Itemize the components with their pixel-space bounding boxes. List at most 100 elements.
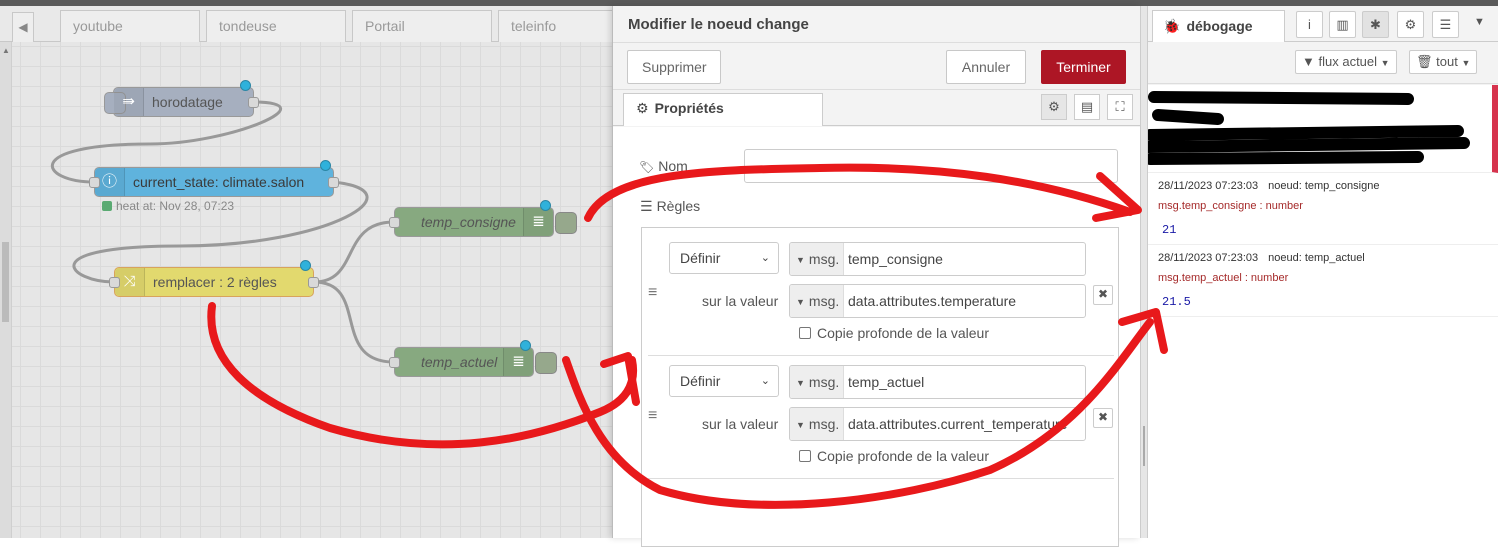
type-selector[interactable]: ▼ msg.: [790, 285, 844, 317]
name-label-text: Nom: [658, 158, 688, 174]
bug-icon[interactable]: ✱: [1362, 11, 1389, 38]
remove-rule-button[interactable]: ✖: [1093, 408, 1113, 428]
info-icon[interactable]: i: [1296, 11, 1323, 38]
delete-button[interactable]: Supprimer: [627, 50, 721, 84]
status-dot-icon: [102, 201, 112, 211]
name-input[interactable]: [744, 149, 1118, 183]
name-label: 🏷 Nom: [639, 158, 688, 174]
appearance-frame-icon[interactable]: ⛶: [1107, 94, 1133, 120]
debug-message[interactable]: 28/11/2023 07:23:03 noeud: temp_consigne …: [1148, 173, 1498, 245]
caret-down-icon: ▼: [1380, 58, 1390, 68]
changed-indicator: [320, 160, 331, 171]
rule-value-input[interactable]: ▼ msg. data.attributes.temperature: [789, 284, 1086, 318]
splitter-grip[interactable]: [1143, 426, 1145, 466]
caret-down-icon: ▼: [796, 255, 805, 265]
debug-node-temp-actuel[interactable]: temp_actuel ≣: [389, 340, 557, 377]
chevron-down-icon[interactable]: ▼: [1474, 16, 1485, 28]
rule-value-input[interactable]: ▼ msg. data.attributes.current_temperatur…: [789, 407, 1086, 441]
source-node[interactable]: noeud: temp_actuel: [1268, 252, 1365, 264]
settings-gear-icon[interactable]: ⚙: [1041, 94, 1067, 120]
tab-properties[interactable]: ⚙ Propriétés: [623, 93, 823, 126]
caret-down-icon: ▼: [1461, 58, 1471, 68]
caret-down-icon: ▼: [796, 378, 805, 388]
checkbox-box[interactable]: [799, 450, 811, 462]
output-port[interactable]: [308, 277, 319, 288]
input-port[interactable]: [109, 277, 120, 288]
node-label: temp_actuel: [421, 354, 498, 370]
sidebar-tabs: 🐞 débogage i ▥ ✱ ⚙ ☰ ▼: [1148, 6, 1498, 42]
rules-list: ≡ Définir ⌄ ▼ msg. temp_consigne sur la va…: [641, 227, 1119, 547]
output-port[interactable]: [248, 97, 259, 108]
debug-toggle-button[interactable]: [535, 352, 557, 374]
input-port[interactable]: [89, 177, 100, 188]
redacted-debug-message[interactable]: [1142, 85, 1498, 173]
to-value-label: sur la valeur: [702, 293, 779, 309]
node-status: heat at: Nov 28, 07:23: [102, 199, 234, 213]
done-button[interactable]: Terminer: [1041, 50, 1126, 84]
rules-label: ☰ Règles: [640, 198, 700, 215]
debug-message-list[interactable]: 28/11/2023 07:23:03 noeud: temp_consigne …: [1142, 85, 1498, 538]
node-label: remplacer : 2 règles: [153, 274, 277, 290]
rule-action-select[interactable]: Définir ⌄: [669, 242, 779, 274]
input-port[interactable]: [389, 217, 400, 228]
caret-down-icon: ▼: [796, 420, 805, 430]
debug-message[interactable]: 28/11/2023 07:23:03 noeud: temp_actuel ms…: [1148, 245, 1498, 317]
rules-label-text: Règles: [656, 198, 701, 214]
sidebar-splitter[interactable]: [1140, 6, 1148, 538]
chevron-down-icon: ⌄: [760, 375, 770, 387]
list-icon: ☰: [640, 198, 653, 214]
editor-title: Modifier le noeud change: [628, 16, 809, 33]
message-value: 21.5: [1162, 295, 1191, 309]
clear-dropdown[interactable]: 🗑 tout ▼: [1409, 50, 1477, 74]
redaction-scribble: [1142, 91, 1470, 165]
type-label: msg.: [808, 416, 840, 432]
source-node[interactable]: noeud: temp_consigne: [1268, 180, 1379, 192]
list-icon: ≣: [503, 348, 533, 376]
remove-rule-button[interactable]: ✖: [1093, 285, 1113, 305]
list-icon: ≣: [523, 208, 553, 236]
gear-icon[interactable]: ⚙: [1397, 11, 1424, 38]
change-node-remplacer[interactable]: ⤨ remplacer : 2 règles: [109, 260, 319, 297]
editor-toolbar: Supprimer Annuler Terminer: [613, 42, 1141, 90]
rule-divider: [648, 355, 1114, 356]
type-selector[interactable]: ▼ msg.: [790, 243, 844, 275]
debug-message-meta: 28/11/2023 07:23:03 noeud: temp_consigne: [1158, 180, 1389, 192]
drag-handle-icon[interactable]: ≡: [648, 408, 660, 424]
trash-icon: 🗑: [1416, 54, 1433, 69]
rule-target-input[interactable]: ▼ msg. temp_actuel: [789, 365, 1086, 399]
timestamp: 28/11/2023 07:23:03: [1158, 252, 1259, 264]
database-icon[interactable]: ☰: [1432, 11, 1459, 38]
book-icon[interactable]: ▥: [1329, 11, 1356, 38]
input-port[interactable]: [389, 357, 400, 368]
ha-node-current-state[interactable]: ⓘ current_state: climate.salon: [89, 160, 339, 197]
debug-sidebar: 🐞 débogage i ▥ ✱ ⚙ ☰ ▼ ▼ flux actuel ▼ 🗑 …: [1142, 6, 1498, 538]
rule-action-select[interactable]: Définir ⌄: [669, 365, 779, 397]
type-selector[interactable]: ▼ msg.: [790, 408, 844, 440]
flow-workspace[interactable]: ◀ youtube tondeuse Portail teleinfo ▲ ⇛ …: [0, 6, 612, 538]
deep-copy-checkbox[interactable]: Copie profonde de la valeur: [799, 325, 989, 341]
cancel-button[interactable]: Annuler: [946, 50, 1026, 84]
changed-indicator: [540, 200, 551, 211]
debug-toggle-button[interactable]: [555, 212, 577, 234]
type-label: msg.: [808, 293, 840, 309]
input-value: data.attributes.temperature: [848, 293, 1017, 309]
checkbox-box[interactable]: [799, 327, 811, 339]
filter-dropdown[interactable]: ▼ flux actuel ▼: [1295, 50, 1397, 74]
deep-copy-checkbox[interactable]: Copie profonde de la valeur: [799, 448, 989, 464]
description-doc-icon[interactable]: ▤: [1074, 94, 1100, 120]
debug-node-temp-consigne[interactable]: temp_consigne ≣: [389, 200, 577, 237]
drag-handle-icon[interactable]: ≡: [648, 285, 660, 301]
tab-debug[interactable]: 🐞 débogage: [1152, 10, 1285, 42]
node-label: current_state: climate.salon: [133, 174, 305, 190]
select-value: Définir: [680, 373, 721, 389]
arrow-right-icon: ⇛: [114, 88, 144, 116]
message-value: 21: [1162, 223, 1177, 237]
checkbox-label: Copie profonde de la valeur: [817, 325, 990, 341]
status-text: heat at: Nov 28, 07:23: [116, 199, 235, 213]
rule-target-input[interactable]: ▼ msg. temp_consigne: [789, 242, 1086, 276]
output-port[interactable]: [328, 177, 339, 188]
filter-icon: ▼: [1302, 54, 1315, 69]
changed-indicator: [240, 80, 251, 91]
type-selector[interactable]: ▼ msg.: [790, 366, 844, 398]
inject-node-horodatage[interactable]: ⇛ horodatage: [104, 80, 259, 117]
